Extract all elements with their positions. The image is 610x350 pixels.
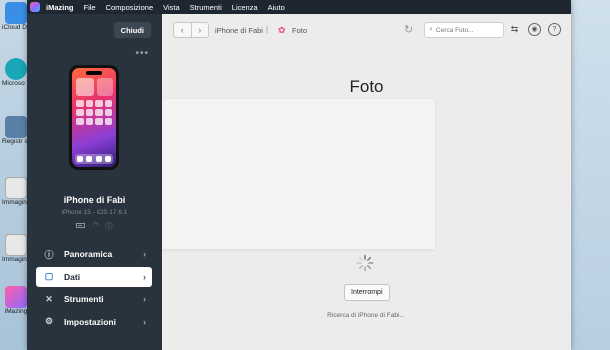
account-icon[interactable]: ◉ <box>528 23 541 36</box>
chevron-right-icon: › <box>143 316 146 327</box>
sidebar-item-dati[interactable]: ▢ Dati › <box>36 266 152 287</box>
forward-button[interactable]: › <box>192 23 209 37</box>
phone-dock <box>75 154 113 164</box>
device-status: ◠ ⓘ <box>27 221 162 231</box>
desktop-icon-label: iCloud Dr collegam <box>2 24 30 31</box>
desktop-icon-label: Microso Edge <box>2 80 30 87</box>
menu-aiuto[interactable]: Aiuto <box>268 3 285 12</box>
phone-widget <box>97 78 113 96</box>
imazing-app-icon <box>5 286 27 308</box>
data-square-icon: ▢ <box>44 271 54 281</box>
sidebar-item-label: Panoramica <box>64 249 113 259</box>
menu-vista[interactable]: Vista <box>163 3 180 12</box>
desktop-icon-image-1[interactable]: Immagin 2024-03 <box>2 177 30 207</box>
desktop-icon-label: iMazing <box>4 308 28 315</box>
refresh-icon[interactable]: ↻ <box>404 23 413 36</box>
menubar: iMazing File Composizione Vista Strument… <box>27 0 571 14</box>
sidebar: Chiudi ••• iPhone di Fabi iPhone 15 - iO… <box>27 14 162 350</box>
desktop-icon-image-2[interactable]: Immagin 2024-03 <box>2 234 30 264</box>
sidebar-item-panoramica[interactable]: ⓘ Panoramica › <box>36 244 152 264</box>
breadcrumb-separator: | <box>266 25 269 34</box>
desktop-icon-label: Registr schermat <box>2 138 30 145</box>
page-title: Foto <box>349 77 384 96</box>
sidebar-item-impostazioni[interactable]: ⚙ Impostazioni › <box>36 312 152 332</box>
dynamic-island <box>86 71 102 75</box>
menu-composizione[interactable]: Composizione <box>106 3 154 12</box>
status-text: Ricerca di iPhone di Fabi... <box>327 312 405 319</box>
breadcrumb-device[interactable]: iPhone di Fabi <box>215 26 263 35</box>
desktop-icon-edge[interactable]: Microso Edge <box>2 58 30 88</box>
sidebar-nav: ⓘ Panoramica › ▢ Dati › ✕ Strumenti › ⚙ … <box>36 244 152 334</box>
imazing-logo-icon[interactable] <box>30 2 40 12</box>
toolbar: ‹ › iPhone di Fabi | ✿ Foto ↻ ⌕ ⇆ ◉ ? <box>162 14 571 46</box>
menu-strumenti[interactable]: Strumenti <box>190 3 222 12</box>
close-button[interactable]: Chiudi <box>113 22 151 38</box>
edge-icon <box>5 58 27 80</box>
desktop-icon-screenshot[interactable]: Registr schermat <box>2 116 30 146</box>
icloud-drive-icon <box>5 2 27 24</box>
sidebar-item-label: Impostazioni <box>64 316 116 327</box>
content-panel <box>162 99 435 249</box>
desktop-background-right <box>571 0 610 350</box>
phone-widget <box>76 78 94 96</box>
history-nav: ‹ › <box>173 22 209 38</box>
device-image <box>69 65 119 170</box>
search-icon: ⌕ <box>429 26 433 33</box>
wifi-icon: ◠ <box>92 222 99 229</box>
help-icon[interactable]: ? <box>548 23 561 36</box>
back-button[interactable]: ‹ <box>174 23 192 37</box>
desktop-icon-label: Immagin 2024-03 <box>2 199 30 206</box>
screenshot-icon <box>5 116 27 138</box>
gear-icon: ⚙ <box>44 316 54 326</box>
photos-icon: ✿ <box>278 25 286 35</box>
sidebar-item-label: Dati <box>64 271 81 282</box>
menu-file[interactable]: File <box>84 3 96 12</box>
tools-icon: ✕ <box>45 293 53 304</box>
image-file-icon <box>5 234 27 256</box>
search-box: ⌕ <box>424 22 504 38</box>
desktop-icon-imazing[interactable]: iMazing <box>2 286 30 316</box>
menu-licenza[interactable]: Licenza <box>232 3 258 12</box>
device-name: iPhone di Fabi <box>63 195 126 205</box>
chevron-right-icon: › <box>143 271 146 282</box>
device-info: iPhone 15 - iOS 17.6.1 <box>61 209 128 216</box>
chevron-right-icon: › <box>143 294 146 304</box>
loading-spinner-icon <box>356 254 374 272</box>
info-circle-icon[interactable]: ⓘ <box>106 221 113 231</box>
menu-imazing[interactable]: iMazing <box>46 3 74 12</box>
more-options-icon[interactable]: ••• <box>135 48 149 59</box>
breadcrumb-section[interactable]: Foto <box>292 26 307 35</box>
desktop-icon-label: Immagin 2024-03 <box>2 256 30 263</box>
search-input[interactable] <box>435 26 496 34</box>
sidebar-item-strumenti[interactable]: ✕ Strumenti › <box>36 289 152 309</box>
imazing-window: iMazing File Composizione Vista Strument… <box>27 0 571 350</box>
desktop-icon-icloud[interactable]: iCloud Dr collegam <box>2 2 30 32</box>
info-icon: ⓘ <box>44 249 54 260</box>
transfer-icon[interactable]: ⇆ <box>508 23 521 36</box>
chevron-right-icon: › <box>143 249 146 259</box>
phone-app-grid <box>76 100 112 125</box>
battery-icon <box>76 223 86 228</box>
main-content: ‹ › iPhone di Fabi | ✿ Foto ↻ ⌕ ⇆ ◉ ? Fo… <box>162 14 571 350</box>
image-file-icon <box>5 177 27 199</box>
sidebar-item-label: Strumenti <box>64 294 104 304</box>
stop-button[interactable]: Interrompi <box>344 284 390 301</box>
device-screen <box>72 68 116 167</box>
